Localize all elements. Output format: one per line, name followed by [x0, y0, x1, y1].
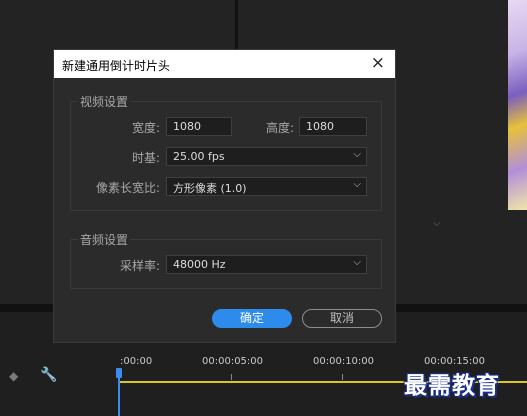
timecode-0: :00:00 — [120, 356, 153, 367]
timebase-label: 时基: — [131, 151, 160, 165]
chevron-down-icon[interactable]: ⌵ — [433, 218, 441, 229]
close-icon[interactable]: × — [371, 53, 385, 73]
new-countdown-dialog: 新建通用倒计时片头 × 视频设置 宽度: 1080 高度: 1080 时基: 2… — [53, 49, 396, 343]
height-label: 高度: — [265, 121, 294, 135]
sample-rate-value: 48000 Hz — [173, 258, 226, 271]
marker-icon[interactable]: ◆ — [9, 369, 18, 383]
chevron-down-icon: ⌵ — [353, 179, 361, 190]
height-field[interactable]: 1080 — [299, 117, 367, 136]
ok-button[interactable]: 确定 — [212, 309, 292, 328]
sample-rate-label: 采样率: — [119, 259, 160, 273]
cancel-button[interactable]: 取消 — [302, 309, 382, 328]
sample-rate-select[interactable]: 48000 Hz ⌵ — [166, 255, 367, 274]
program-preview-image — [508, 0, 527, 210]
pixel-aspect-value: 方形像素 (1.0) — [173, 182, 247, 195]
audio-settings-label: 音频设置 — [78, 231, 131, 248]
timecode-2: 00:00:10:00 — [313, 356, 375, 367]
chevron-down-icon: ⌵ — [353, 257, 361, 268]
wrench-icon[interactable]: 🔧 — [40, 367, 57, 383]
width-label: 宽度: — [131, 121, 160, 135]
watermark-logo: 最需教育 — [404, 372, 500, 399]
video-settings-label: 视频设置 — [78, 93, 131, 110]
pixel-aspect-label: 像素长宽比: — [95, 181, 160, 195]
ruler-tick — [231, 374, 232, 380]
dialog-title: 新建通用倒计时片头 — [62, 59, 171, 73]
dialog-titlebar[interactable]: 新建通用倒计时片头 × — [54, 50, 395, 78]
timebase-select[interactable]: 25.00 fps ⌵ — [166, 147, 367, 166]
pixel-aspect-select[interactable]: 方形像素 (1.0) ⌵ — [166, 177, 367, 196]
width-field[interactable]: 1080 — [166, 117, 232, 136]
ruler-tick — [342, 374, 343, 380]
playhead[interactable] — [118, 372, 120, 416]
chevron-down-icon: ⌵ — [353, 149, 361, 160]
timecode-1: 00:00:05:00 — [202, 356, 264, 367]
timebase-value: 25.00 fps — [173, 150, 225, 163]
